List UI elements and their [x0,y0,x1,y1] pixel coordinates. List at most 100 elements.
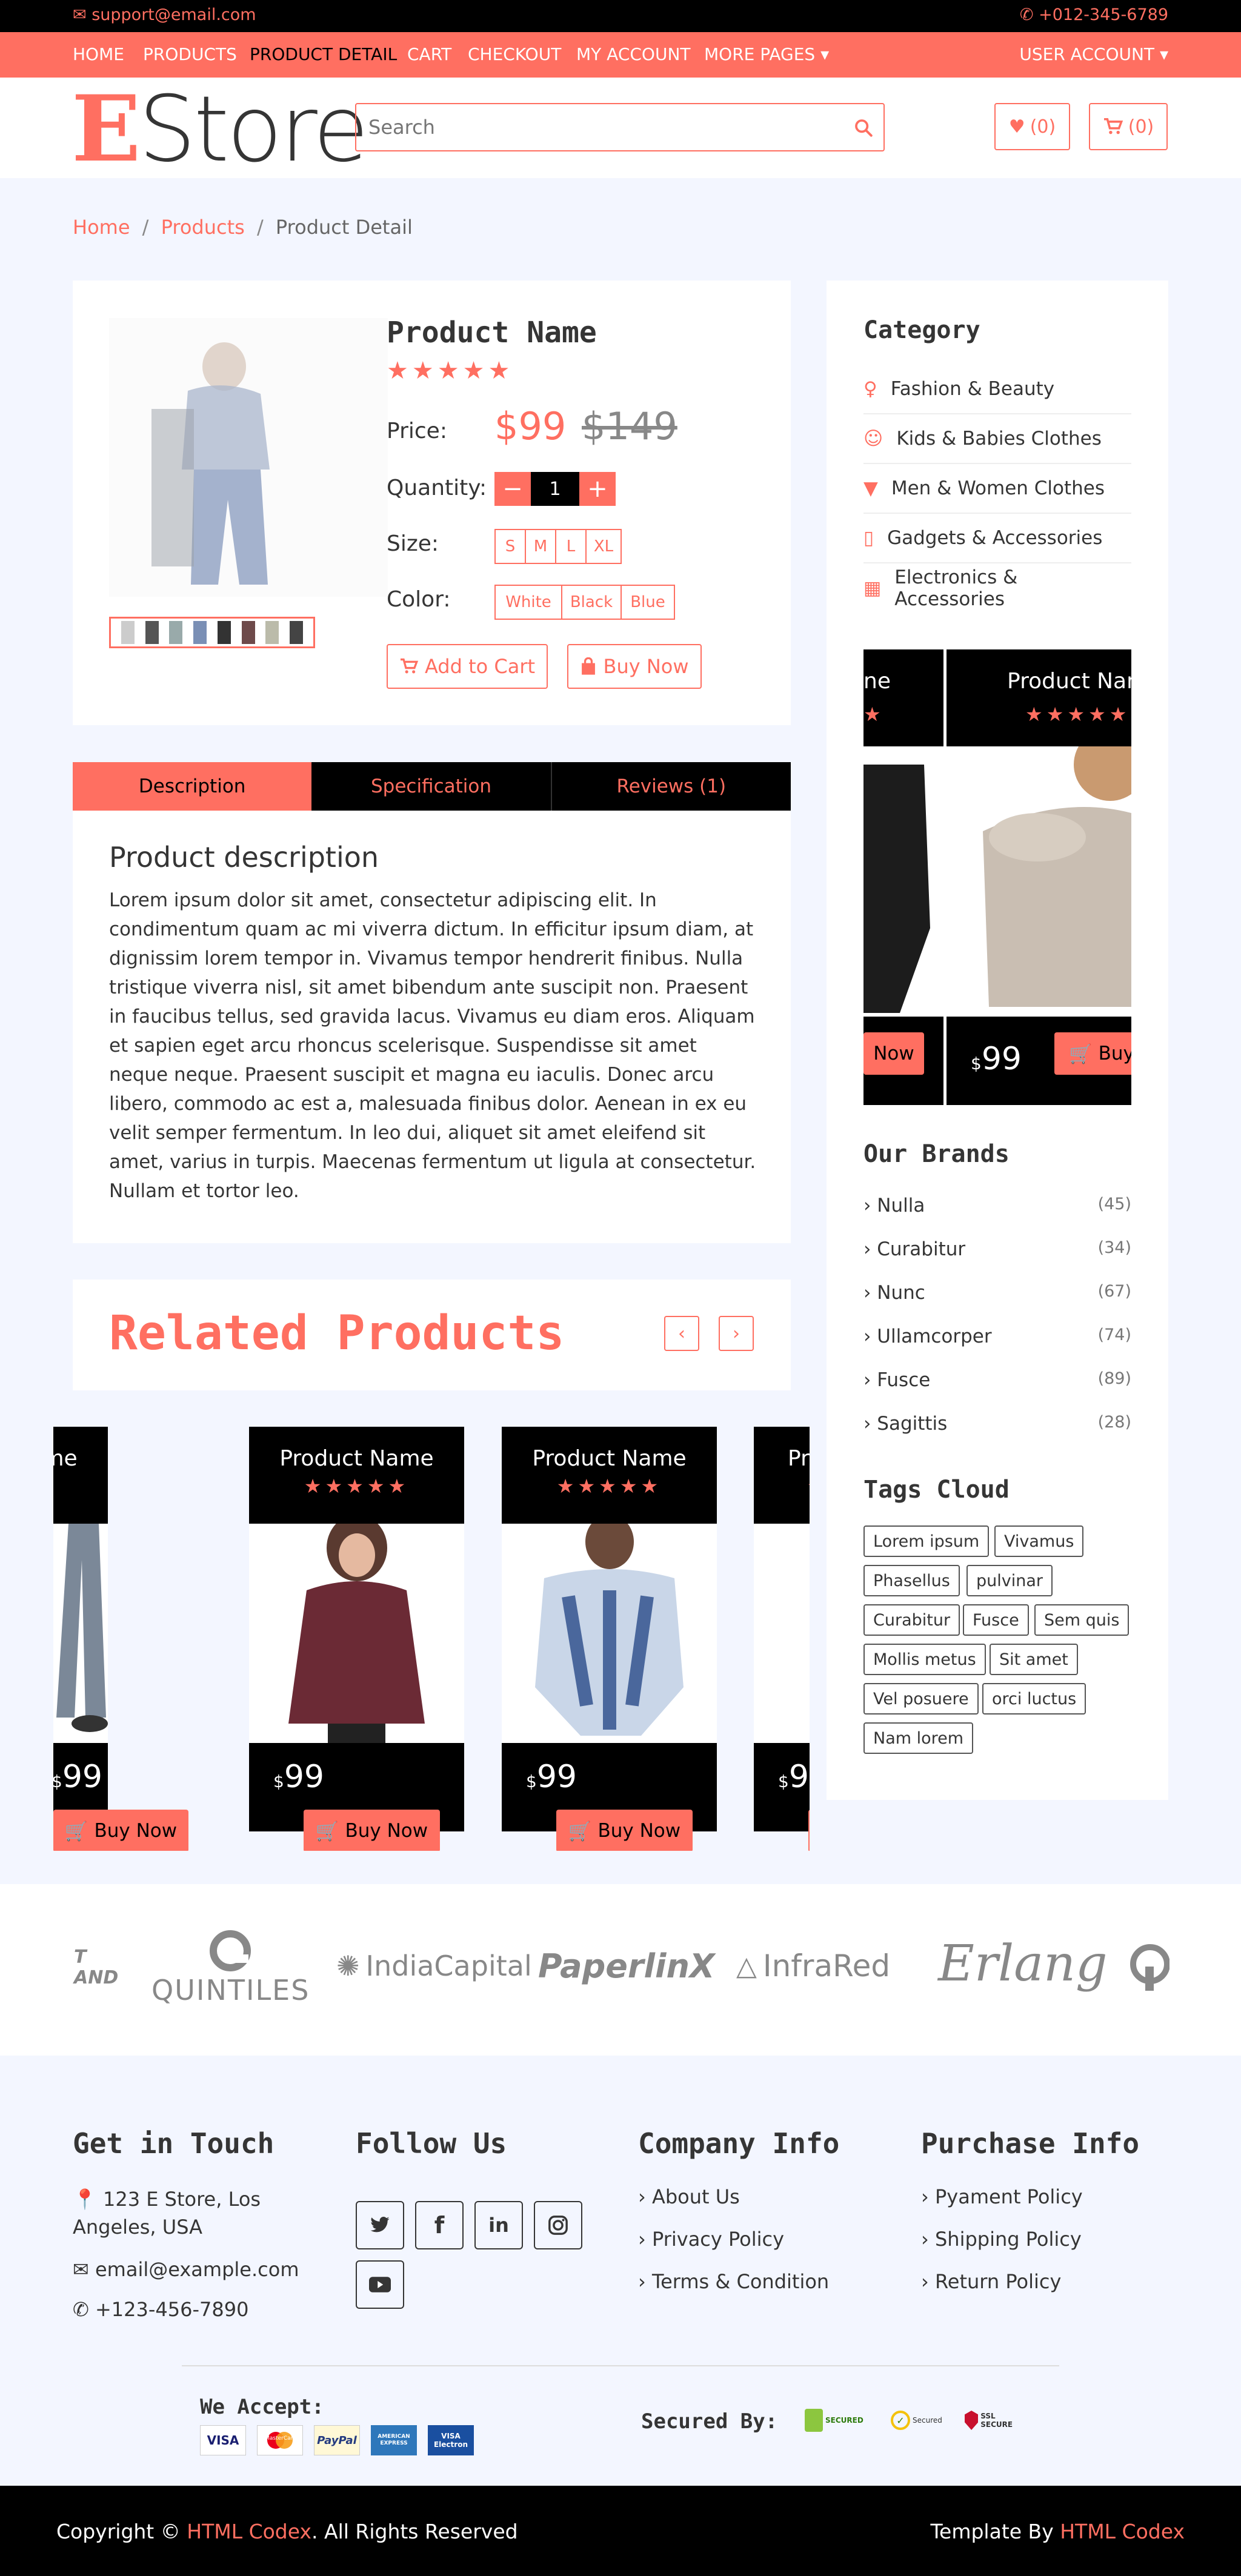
sidebar-slide-buy-button[interactable]: 🛒 Buy [1054,1032,1131,1075]
tab-reviews[interactable]: Reviews (1) [552,762,791,811]
quantity-plus-button[interactable]: + [579,472,616,506]
footer-email[interactable]: ✉ email@example.com [73,2258,299,2281]
nav-my-account[interactable]: MY ACCOUNT [576,44,691,64]
color-blue[interactable]: Blue [620,585,675,620]
add-to-cart-button[interactable]: Add to Cart [387,644,548,689]
tag[interactable]: Fusce [963,1604,1029,1636]
tag[interactable]: orci luctus [982,1683,1086,1715]
thumbnail[interactable] [121,621,135,644]
cart-button[interactable]: (0) [1089,103,1168,150]
product-card[interactable]: Product Name ★★★★★ $99 🛒Buy Now [53,1427,188,1851]
instagram-button[interactable] [534,2201,582,2249]
thumbnail[interactable] [145,621,159,644]
sidebar-slide-image-right[interactable] [947,728,1131,1017]
product-card-image[interactable] [502,1524,717,1743]
brand-item[interactable]: › Nulla (45) [863,1195,1131,1217]
product-card-buy-button[interactable]: 🛒 Buy Now [53,1810,188,1851]
size-s[interactable]: S [494,529,526,564]
top-email[interactable]: ✉ support@email.com [73,5,256,24]
nav-checkout[interactable]: CHECKOUT [468,44,561,64]
product-card-buy-button[interactable] [808,1810,810,1851]
shield-icon [965,2411,979,2430]
nav-product-detail[interactable]: PRODUCT DETAIL [250,44,397,64]
twitter-button[interactable] [356,2201,404,2249]
nav-user-account[interactable]: USER ACCOUNT ▾ [1019,44,1168,64]
product-card[interactable]: Product Name ★★★★★ $99 🛒Buy Now [249,1427,464,1851]
category-electronics[interactable]: ▦ Electronics & Accessories [863,563,1131,613]
brand-item[interactable]: › Fusce (89) [863,1369,1131,1391]
thumbnail[interactable] [193,621,207,644]
tag[interactable]: Curabitur [863,1604,960,1636]
product-card[interactable]: Pr ★ $9 [754,1427,810,1851]
brand-item[interactable]: › Ullamcorper (74) [863,1326,1131,1347]
product-card-image[interactable] [249,1524,464,1743]
product-card-buy-button[interactable]: 🛒 Buy Now [304,1810,440,1851]
brand-item[interactable]: › Nunc (67) [863,1282,1131,1304]
sidebar-slide-image-left[interactable] [863,746,943,1017]
thumbnail[interactable] [241,621,255,644]
product-card[interactable]: Product Name ★★★★★ $99 🛒Buy Now [502,1427,717,1851]
top-phone[interactable]: ✆ +012-345-6789 [1020,5,1168,24]
size-m[interactable]: M [525,529,556,564]
sidebar-slide-buy-button[interactable]: Now [863,1032,924,1075]
carousel-next-button[interactable]: › [719,1316,754,1351]
color-black[interactable]: Black [561,585,622,620]
color-white[interactable]: White [494,585,562,620]
nav-home[interactable]: HOME [73,44,124,64]
search-input[interactable] [368,113,841,142]
footer-phone[interactable]: ✆ +123-456-7890 [73,2298,248,2321]
tag[interactable]: Mollis metus [863,1644,986,1675]
tag[interactable]: Nam lorem [863,1722,974,1754]
nav-cart[interactable]: CART [407,44,451,64]
category-men-women[interactable]: ▼ Men & Women Clothes [863,464,1131,514]
facebook-button[interactable]: f [415,2201,464,2249]
top-email-text[interactable]: support@email.com [91,5,256,24]
thumbnail[interactable] [265,621,279,644]
size-xl[interactable]: XL [585,529,622,564]
size-l[interactable]: L [555,529,587,564]
footer-link-shipping[interactable]: › Shipping Policy [921,2228,1082,2251]
product-card-buy-button[interactable]: 🛒 Buy Now [556,1810,693,1851]
nav-more-pages[interactable]: MORE PAGES ▾ [704,44,829,64]
footer-link-payment[interactable]: › Pyament Policy [921,2185,1083,2208]
tag[interactable]: Lorem ipsum [863,1525,990,1557]
template-credit-link[interactable]: HTML Codex [1060,2520,1185,2543]
breadcrumb-products[interactable]: Products [161,216,245,239]
product-main-image[interactable] [109,318,388,597]
category-kids-babies[interactable]: ☺ Kids & Babies Clothes [863,414,1131,464]
search-icon[interactable] [853,118,874,138]
brand-item[interactable]: › Sagittis (28) [863,1413,1131,1435]
thumbnail[interactable] [169,621,183,644]
brand-item[interactable]: › Curabitur (34) [863,1238,1131,1260]
linkedin-button[interactable]: in [474,2201,523,2249]
tag[interactable]: Sit amet [990,1644,1078,1675]
copyright-brand-link[interactable]: HTML Codex [187,2520,311,2543]
tag[interactable]: pulvinar [967,1565,1053,1596]
footer-link-return[interactable]: › Return Policy [921,2270,1061,2293]
carousel-prev-button[interactable]: ‹ [664,1316,699,1351]
buy-now-button[interactable]: Buy Now [567,644,702,689]
product-card-image[interactable] [53,1524,108,1743]
category-gadgets[interactable]: ▯ Gadgets & Accessories [863,514,1131,563]
logo[interactable]: EStore [72,84,369,175]
wishlist-button[interactable]: ♥ (0) [994,103,1070,150]
nav-products[interactable]: PRODUCTS [143,44,237,64]
tag[interactable]: Vivamus [994,1525,1084,1557]
tag[interactable]: Phasellus [863,1565,960,1596]
quantity-input[interactable]: 1 [531,472,579,506]
footer-link-terms[interactable]: › Terms & Condition [638,2270,829,2293]
footer-link-privacy[interactable]: › Privacy Policy [638,2228,784,2251]
top-phone-text[interactable]: +012-345-6789 [1039,5,1168,24]
youtube-button[interactable] [356,2260,404,2309]
category-fashion-beauty[interactable]: ♀ Fashion & Beauty [863,365,1131,414]
tab-description[interactable]: Description [73,762,312,811]
tag[interactable]: Vel posuere [863,1683,979,1715]
breadcrumb-home[interactable]: Home [73,216,130,239]
product-card-image[interactable] [754,1524,810,1743]
quantity-minus-button[interactable]: − [494,472,531,506]
tab-specification[interactable]: Specification [311,762,552,811]
tag[interactable]: Sem quis [1034,1604,1130,1636]
thumbnail[interactable] [217,621,231,644]
thumbnail[interactable] [290,621,304,644]
footer-link-about[interactable]: › About Us [638,2185,740,2208]
